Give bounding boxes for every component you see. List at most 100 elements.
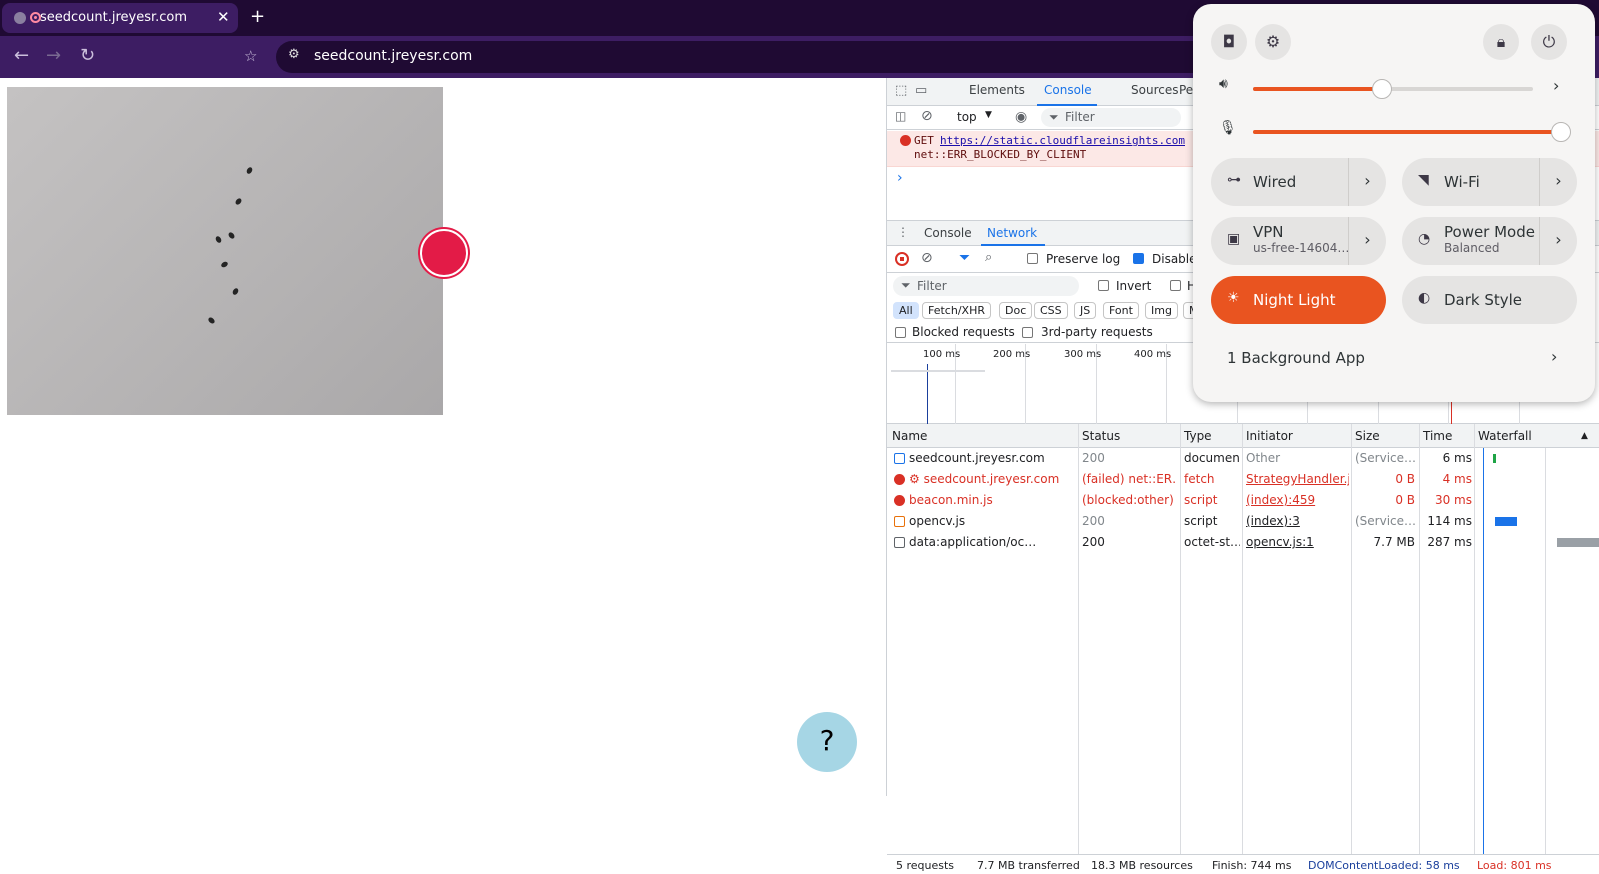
power-mode-toggle[interactable]: ◔ Power Mode Balanced › (1402, 217, 1577, 265)
reload-icon[interactable]: ↻ (80, 45, 95, 66)
tab-elements[interactable]: Elements (969, 83, 1025, 97)
table-row[interactable]: data:application/oc… 200 octet-st… opencv.j… (887, 532, 1599, 553)
blocked-requests-checkbox[interactable] (895, 326, 906, 340)
summary-finish: Finish: 744 ms (1212, 859, 1292, 872)
network-filter-input[interactable]: ⏷ Filter (893, 276, 1079, 296)
type-doc[interactable]: Doc (999, 302, 1033, 319)
volume-slider[interactable] (1253, 79, 1533, 99)
vpn-toggle[interactable]: ▣ VPN us-free-14604… › (1211, 217, 1386, 265)
chevron-down-icon: ▼ (985, 110, 992, 120)
col-status[interactable]: Status (1082, 424, 1120, 448)
record-stop-icon[interactable] (895, 252, 909, 266)
clear-network-icon[interactable]: ⊘ (921, 250, 933, 266)
wired-expand-icon[interactable]: › (1348, 158, 1386, 206)
wifi-toggle[interactable]: ◥ Wi-Fi › (1402, 158, 1577, 206)
screenshot-icon[interactable]: ◘ (1211, 24, 1247, 60)
seed (220, 260, 229, 269)
vpn-expand-icon[interactable]: › (1348, 217, 1386, 265)
col-name[interactable]: Name (892, 424, 927, 448)
cell-name: seedcount.jreyesr.com (909, 451, 1045, 465)
console-prompt[interactable]: › (897, 170, 903, 186)
preserve-log-checkbox[interactable] (1027, 252, 1038, 266)
cell-type: script (1184, 493, 1218, 507)
power-icon[interactable]: ⏻ (1531, 24, 1567, 60)
error-icon (894, 474, 905, 485)
dark-style-icon: ◐ (1418, 290, 1431, 306)
waterfall-bar (1557, 538, 1599, 547)
cell-initiator[interactable]: opencv.js:1 (1246, 532, 1349, 553)
table-row[interactable]: opencv.js 200 script (index):3 (Service… 114 … (887, 511, 1599, 532)
settings-icon[interactable]: ⚙ (1255, 24, 1291, 60)
type-css[interactable]: CSS (1034, 302, 1068, 319)
third-party-label: 3rd-party requests (1041, 325, 1153, 339)
microphone-icon: 🎙︎ (1219, 120, 1237, 136)
filter-toggle-icon[interactable]: ⏷ (959, 250, 970, 266)
cell-initiator[interactable]: (index):459 (1246, 490, 1349, 511)
site-info-icon[interactable]: ⚙ (288, 47, 300, 62)
cell-initiator[interactable]: StrategyHandler.js: (1246, 469, 1349, 490)
night-light-toggle[interactable]: ☀ Night Light (1211, 276, 1386, 324)
device-toolbar-icon[interactable]: ▭ (915, 83, 927, 98)
col-initiator[interactable]: Initiator (1246, 424, 1293, 448)
cell-initiator: Other (1246, 451, 1281, 465)
cell-size: (Service… (1355, 514, 1415, 528)
clear-console-icon[interactable]: ⊘ (921, 108, 933, 124)
drawer-tab-network[interactable]: Network (987, 226, 1037, 240)
type-all[interactable]: All (893, 302, 919, 319)
type-font[interactable]: Font (1103, 302, 1139, 319)
third-party-checkbox[interactable] (1022, 326, 1033, 340)
table-row[interactable]: beacon.min.js (blocked:other) script (index… (887, 490, 1599, 511)
lock-icon[interactable]: 🔒︎ (1483, 24, 1519, 60)
new-tab-button[interactable]: + (250, 6, 265, 27)
context-selector[interactable]: top (957, 110, 977, 124)
table-row[interactable]: ⚙ seedcount.jreyesr.com (failed) net::ER…… (887, 469, 1599, 490)
power-mode-expand-icon[interactable]: › (1539, 217, 1577, 265)
type-js[interactable]: JS (1074, 302, 1097, 319)
drawer-tab-console[interactable]: Console (924, 226, 972, 240)
tab-console[interactable]: Console (1044, 83, 1092, 97)
tab-sources[interactable]: Sources (1131, 83, 1178, 97)
cell-status: (failed) net::ER… (1082, 472, 1177, 486)
volume-expand-icon[interactable]: › (1553, 76, 1559, 95)
col-type[interactable]: Type (1184, 424, 1212, 448)
sidebar-toggle-icon[interactable]: ◫ (895, 109, 906, 123)
type-img[interactable]: Img (1145, 302, 1178, 319)
tab-close-icon[interactable]: ✕ (217, 8, 230, 26)
microphone-slider[interactable] (1253, 122, 1571, 142)
capture-button[interactable] (420, 229, 468, 277)
drawer-menu-icon[interactable]: ⋮ (897, 225, 909, 239)
volume-knob[interactable] (1371, 79, 1392, 99)
disable-cache-checkbox[interactable] (1133, 252, 1144, 266)
hide-data-urls-checkbox[interactable] (1170, 279, 1181, 293)
invert-checkbox[interactable] (1098, 279, 1109, 293)
type-fetch-xhr[interactable]: Fetch/XHR (922, 302, 991, 319)
error-method: GET (914, 134, 934, 147)
back-icon[interactable]: ← (14, 45, 29, 66)
background-apps-row[interactable]: 1 Background App › (1211, 338, 1577, 378)
cell-initiator[interactable]: (index):3 (1246, 511, 1349, 532)
microphone-knob[interactable] (1551, 122, 1571, 142)
col-waterfall[interactable]: Waterfall (1478, 424, 1532, 448)
col-size[interactable]: Size (1355, 424, 1380, 448)
cell-status: 200 (1082, 535, 1105, 549)
help-button[interactable]: ? (797, 712, 857, 772)
background-apps-expand-icon[interactable]: › (1551, 347, 1557, 366)
browser-tab[interactable]: seedcount.jreyesr.com ✕ (2, 3, 238, 33)
search-icon[interactable]: ⌕ (985, 250, 992, 265)
forward-icon[interactable]: → (46, 45, 61, 66)
error-url-link[interactable]: https://static.cloudflareinsights.com/ (940, 134, 1185, 147)
network-summary-bar: 5 requests 7.7 MB transferred 18.3 MB re… (887, 854, 1599, 874)
night-light-icon: ☀ (1227, 290, 1240, 306)
col-time[interactable]: Time (1423, 424, 1452, 448)
dark-style-toggle[interactable]: ◐ Dark Style (1402, 276, 1577, 324)
cell-size: (Service… (1355, 451, 1415, 465)
table-row[interactable]: seedcount.jreyesr.com 200 document Other (Se… (887, 448, 1599, 469)
eye-icon[interactable]: ◉ (1015, 109, 1027, 125)
bookmark-icon[interactable]: ☆ (244, 47, 257, 65)
background-apps-label: 1 Background App (1227, 349, 1365, 367)
cell-type: script (1184, 514, 1218, 528)
wifi-expand-icon[interactable]: › (1539, 158, 1577, 206)
console-filter-input[interactable]: ⏷ Filter (1041, 108, 1181, 127)
wired-toggle[interactable]: ⊶ Wired › (1211, 158, 1386, 206)
inspect-element-icon[interactable]: ⬚ (895, 83, 907, 98)
